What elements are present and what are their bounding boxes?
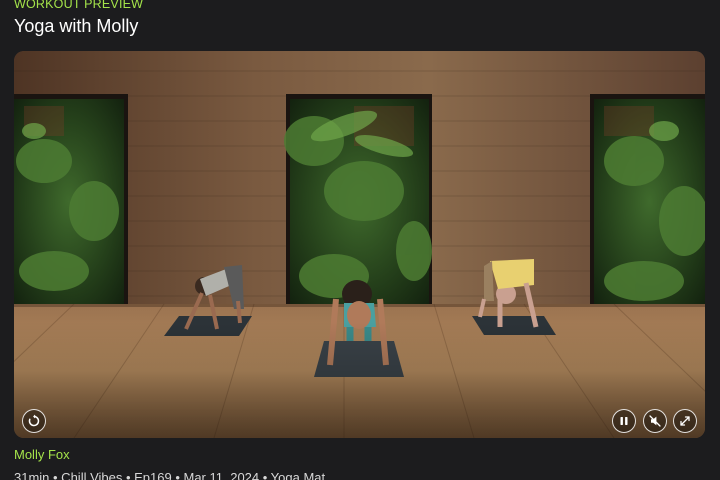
speaker-muted-icon — [649, 415, 661, 427]
replay-button[interactable] — [22, 409, 46, 433]
video-player[interactable] — [14, 51, 705, 438]
fullscreen-button[interactable] — [673, 409, 697, 433]
mute-button[interactable] — [643, 409, 667, 433]
page-title: Yoga with Molly — [14, 16, 139, 36]
pause-icon — [620, 417, 628, 425]
replay-icon — [28, 414, 40, 427]
workout-preview-page: WORKOUT PREVIEW Yoga with Molly Molly Fo… — [0, 0, 720, 480]
section-eyebrow: WORKOUT PREVIEW — [14, 0, 144, 11]
pause-button[interactable] — [612, 409, 636, 433]
workout-meta: 31min • Chill Vibes • Ep169 • Mar 11, 20… — [14, 470, 326, 480]
trainer-name-link[interactable]: Molly Fox — [14, 447, 70, 462]
expand-icon — [680, 416, 690, 426]
video-frame — [14, 51, 705, 438]
